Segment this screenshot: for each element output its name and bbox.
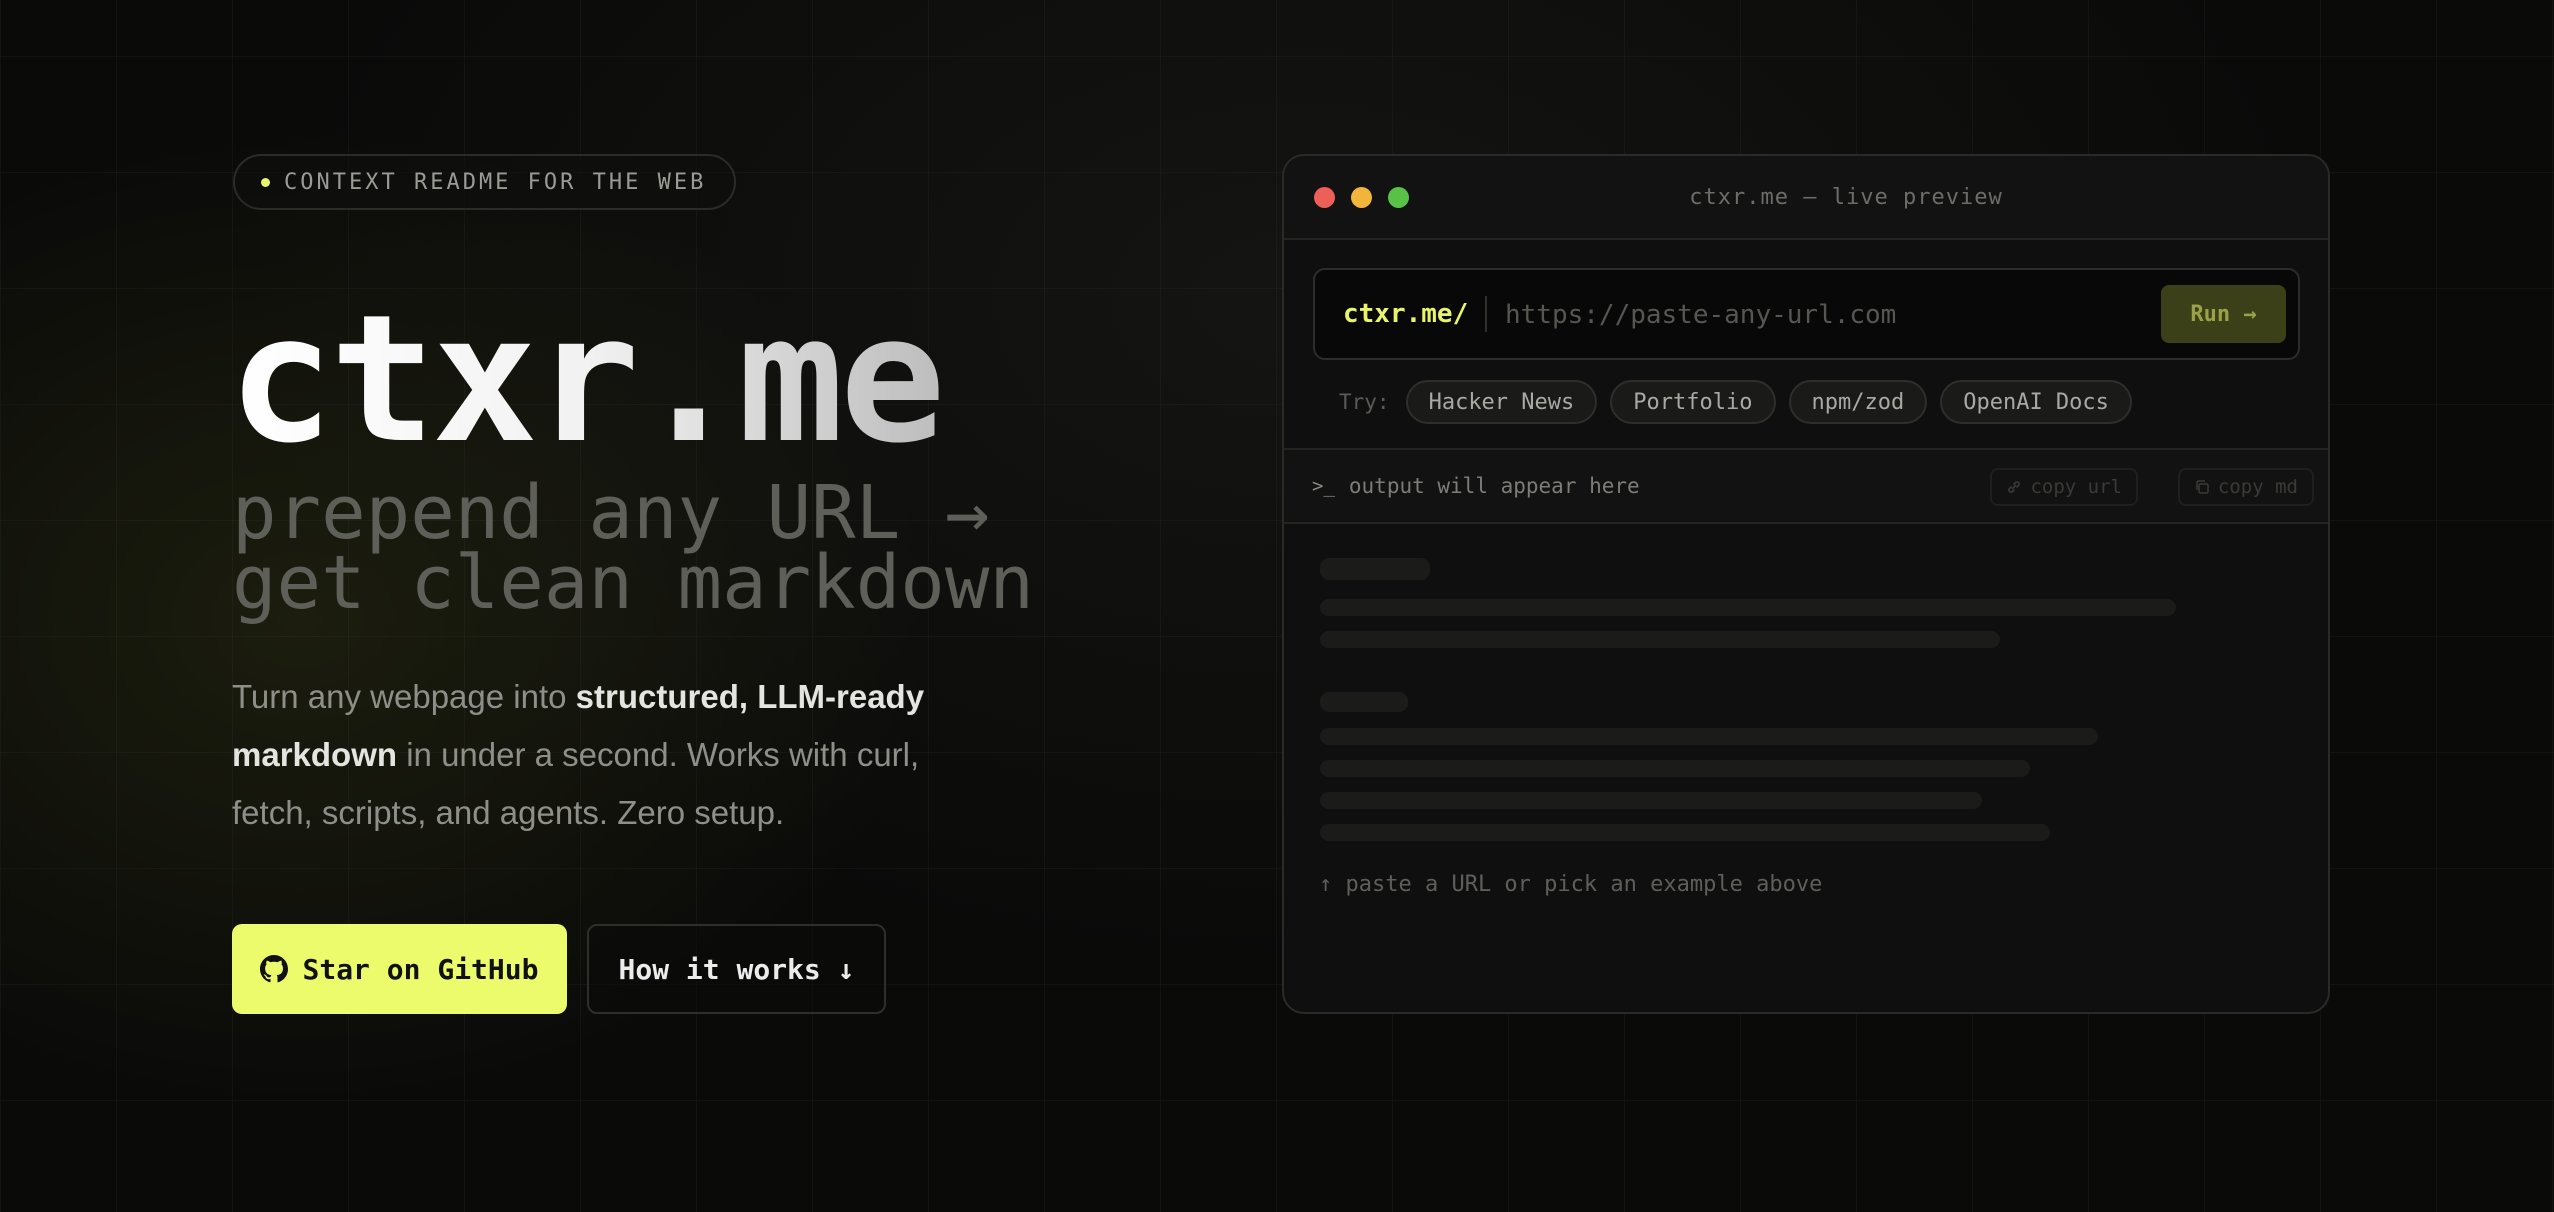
star-on-github-label: Star on GitHub bbox=[302, 952, 539, 986]
url-input-row: ctxr.me/ Run → bbox=[1313, 268, 2300, 360]
skeleton-line bbox=[1320, 792, 1982, 809]
example-chip-openai-docs[interactable]: OpenAI Docs bbox=[1940, 380, 2132, 424]
how-it-works-button[interactable]: How it works ↓ bbox=[587, 924, 886, 1014]
input-divider bbox=[1485, 296, 1487, 332]
skeleton-line bbox=[1320, 599, 2176, 616]
terminal-prompt-icon: >_ bbox=[1312, 475, 1335, 497]
window-titlebar: ctxr.me — live preview bbox=[1284, 156, 2328, 240]
copy-url-button[interactable]: copy url bbox=[1990, 468, 2138, 506]
how-it-works-label: How it works ↓ bbox=[618, 952, 855, 986]
copy-md-label: copy md bbox=[2217, 476, 2298, 498]
hero-badge-text: CONTEXT README FOR THE WEB bbox=[284, 169, 707, 195]
example-chips-row: Try: Hacker News Portfolio npm/zod OpenA… bbox=[1339, 380, 2132, 424]
github-icon bbox=[260, 955, 289, 983]
hero-badge: CONTEXT README FOR THE WEB bbox=[233, 154, 737, 210]
hero-description: Turn any webpage into structured, LLM-re… bbox=[232, 668, 992, 842]
hero-subtitle-line-1: prepend any URL → bbox=[232, 470, 990, 556]
hero-title: ctxr.me bbox=[228, 277, 946, 482]
output-placeholder: output will appear here bbox=[1348, 474, 1640, 498]
url-prefix: ctxr.me/ bbox=[1343, 299, 1469, 329]
dot-icon bbox=[261, 177, 270, 187]
url-input[interactable] bbox=[1503, 284, 2147, 346]
skeleton-line bbox=[1320, 824, 2050, 841]
copy-icon bbox=[2196, 480, 2209, 494]
skeleton-line bbox=[1320, 760, 2030, 777]
example-chip-portfolio[interactable]: Portfolio bbox=[1610, 380, 1776, 424]
hero-subtitle-line-2: get clean markdown bbox=[232, 540, 1034, 626]
star-on-github-button[interactable]: Star on GitHub bbox=[232, 924, 567, 1014]
link-icon bbox=[2008, 481, 2021, 493]
example-chip-hacker-news[interactable]: Hacker News bbox=[1405, 380, 1598, 424]
try-label: Try: bbox=[1339, 390, 1390, 414]
example-chip-npm-zod[interactable]: npm/zod bbox=[1788, 380, 1928, 424]
copy-url-label: copy url bbox=[2030, 476, 2122, 498]
hero-description-part-1: Turn any webpage into bbox=[232, 678, 576, 715]
run-button-label: Run → bbox=[2190, 301, 2257, 327]
skeleton-line bbox=[1320, 631, 2000, 648]
skeleton-line bbox=[1320, 558, 1430, 580]
skeleton-line bbox=[1320, 728, 2098, 745]
output-hint: ↑ paste a URL or pick an example above bbox=[1319, 872, 1823, 897]
live-preview-window: ctxr.me — live preview ctxr.me/ Run → Tr… bbox=[1282, 154, 2330, 1014]
skeleton-line bbox=[1320, 692, 1408, 712]
output-status: >_ output will appear here bbox=[1312, 450, 1640, 522]
copy-md-button[interactable]: copy md bbox=[2177, 468, 2314, 506]
run-button[interactable]: Run → bbox=[2161, 285, 2286, 343]
output-toolbar: >_ output will appear here copy url copy… bbox=[1284, 448, 2328, 524]
hero-subtitle: prepend any URL → get clean markdown bbox=[232, 470, 1034, 626]
window-title: ctxr.me — live preview bbox=[1689, 184, 2003, 210]
